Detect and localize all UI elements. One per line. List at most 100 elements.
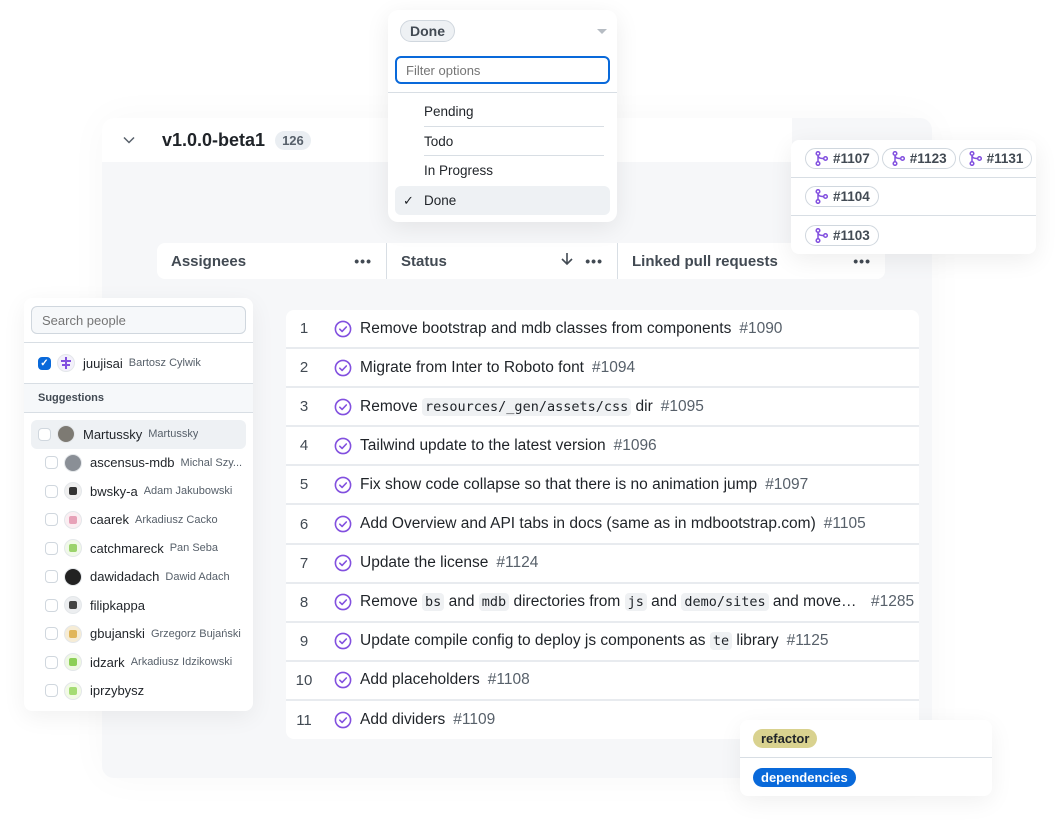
column-header-status[interactable]: Status ••• xyxy=(387,243,618,279)
sort-descending-icon[interactable] xyxy=(561,252,573,270)
checkbox[interactable] xyxy=(45,655,58,669)
suggested-person[interactable]: gbujanski Grzegorz Bujański xyxy=(31,620,246,649)
issue-title[interactable]: Fix show code collapse so that there is … xyxy=(360,476,757,494)
issue-title[interactable]: Add placeholders xyxy=(360,671,480,689)
group-title: v1.0.0-beta1 xyxy=(162,129,266,150)
issue-title[interactable]: Migrate from Inter to Roboto font xyxy=(360,359,584,377)
more-icon[interactable]: ••• xyxy=(585,253,603,269)
issue-number[interactable]: #1097 xyxy=(765,476,808,494)
pull-request-link[interactable]: #1107 xyxy=(805,148,879,169)
table-row[interactable]: 5 Fix show code collapse so that there is… xyxy=(286,466,919,506)
pr-number: #1107 xyxy=(833,151,870,166)
label-refactor[interactable]: refactor xyxy=(753,729,818,748)
suggested-person[interactable]: iprzybysz xyxy=(31,677,246,706)
status-option-in-progress[interactable]: In Progress xyxy=(395,156,610,186)
caret-down-icon[interactable] xyxy=(597,28,607,34)
person-login: iprzybysz xyxy=(90,683,145,699)
more-icon[interactable]: ••• xyxy=(354,253,372,269)
checkbox[interactable] xyxy=(45,484,58,498)
row-number: 8 xyxy=(299,593,309,611)
checkbox[interactable] xyxy=(45,456,58,470)
issue-number[interactable]: #1094 xyxy=(592,359,635,377)
suggested-person[interactable]: bwsky-a Adam Jakubowski xyxy=(31,477,246,506)
table-row[interactable]: 2 Migrate from Inter to Roboto font #1094 xyxy=(286,349,919,389)
checkbox[interactable] xyxy=(45,684,58,698)
pull-request-link[interactable]: #1104 xyxy=(805,186,879,207)
person-login: juujisai xyxy=(83,355,123,371)
table-row[interactable]: 4 Tailwind update to the latest version #1… xyxy=(286,427,919,467)
pull-request-link[interactable]: #1103 xyxy=(805,224,879,246)
issue-title[interactable]: Tailwind update to the latest version xyxy=(360,437,606,455)
checkbox[interactable] xyxy=(45,598,58,612)
chevron-down-icon[interactable] xyxy=(102,136,156,144)
table-row[interactable]: 1 Remove bootstrap and mdb classes from c… xyxy=(286,310,919,350)
pull-request-link[interactable]: #1123 xyxy=(881,148,956,169)
suggested-person[interactable]: Martussky Martussky xyxy=(31,420,246,449)
label-row: dependencies xyxy=(740,758,992,796)
suggested-person[interactable]: dawidadach Dawid Adach xyxy=(31,563,246,592)
issue-title[interactable]: Update compile config to deploy js compo… xyxy=(360,632,779,651)
label-row: refactor xyxy=(740,720,992,758)
issue-number[interactable]: #1285 xyxy=(871,593,914,611)
checkbox-checked[interactable]: ✓ xyxy=(38,356,51,370)
avatar xyxy=(57,425,75,444)
issue-closed-icon xyxy=(334,437,352,455)
issue-title[interactable]: Add dividers xyxy=(360,711,445,729)
pull-request-link[interactable]: #1131 xyxy=(958,148,1033,169)
column-header-assignees[interactable]: Assignees ••• xyxy=(157,243,387,279)
suggested-person[interactable]: ascensus-mdb Michal Szy... xyxy=(31,449,246,478)
status-current-pill[interactable]: Done xyxy=(400,20,455,42)
status-option-done[interactable]: ✓ Done xyxy=(395,185,610,215)
issue-title[interactable]: Update the license xyxy=(360,554,488,572)
suggested-person[interactable]: idzark Arkadiusz Idzikowski xyxy=(31,648,246,677)
issue-number[interactable]: #1124 xyxy=(496,554,538,572)
assigned-person[interactable]: ✓ juujisai Bartosz Cylwik xyxy=(24,343,253,383)
issue-number[interactable]: #1096 xyxy=(614,437,657,455)
issue-title[interactable]: Add Overview and API tabs in docs (same … xyxy=(360,515,816,533)
issue-number[interactable]: #1105 xyxy=(824,515,866,533)
person-login: gbujanski xyxy=(90,626,145,642)
issue-number[interactable]: #1095 xyxy=(661,398,704,416)
search-people-input[interactable] xyxy=(31,306,246,334)
avatar xyxy=(64,539,82,558)
avatar xyxy=(57,354,75,372)
more-icon[interactable]: ••• xyxy=(853,253,871,269)
suggested-person[interactable]: filipkappa xyxy=(31,591,246,620)
issue-number[interactable]: #1108 xyxy=(488,671,530,689)
person-login: Martussky xyxy=(83,426,143,442)
suggested-person[interactable]: catchmareck Pan Seba xyxy=(31,534,246,563)
checkbox[interactable] xyxy=(45,513,58,527)
pr-number: #1104 xyxy=(833,189,870,204)
option-label: Done xyxy=(424,192,457,208)
label-dependencies[interactable]: dependencies xyxy=(753,767,856,787)
issue-number[interactable]: #1109 xyxy=(453,711,495,729)
issue-number[interactable]: #1090 xyxy=(739,320,782,338)
person-login: bwsky-a xyxy=(90,483,138,499)
checkbox[interactable] xyxy=(45,570,58,584)
table-row[interactable]: 7 Update the license #1124 xyxy=(286,545,919,584)
table-row[interactable]: 10 Add placeholders #1108 xyxy=(286,662,919,701)
group-count-badge: 126 xyxy=(275,130,311,150)
table-row[interactable]: 8 Remove bs and mdb directories from js a… xyxy=(286,584,919,623)
table-row[interactable]: 3 Remove resources/_gen/assets/css dir #10… xyxy=(286,388,919,428)
suggested-person[interactable]: caarek Arkadiusz Cacko xyxy=(31,506,246,535)
person-login: caarek xyxy=(90,512,130,528)
person-login: ascensus-mdb xyxy=(90,455,175,471)
filter-options-input[interactable] xyxy=(395,56,610,84)
inline-code: mdb xyxy=(478,593,510,612)
inline-code: te xyxy=(709,632,733,651)
checkbox[interactable] xyxy=(45,541,58,555)
issue-title[interactable]: Remove bootstrap and mdb classes from co… xyxy=(360,320,731,338)
table-row[interactable]: 9 Update compile config to deploy js comp… xyxy=(286,623,919,662)
column-label: Assignees xyxy=(171,252,247,270)
checkbox[interactable] xyxy=(38,427,51,441)
person-name: Grzegorz Bujański xyxy=(150,627,241,640)
issue-number[interactable]: #1125 xyxy=(787,632,829,650)
status-option-todo[interactable]: Todo xyxy=(395,127,610,156)
checkbox[interactable] xyxy=(45,627,58,641)
issue-title[interactable]: Remove resources/_gen/assets/css dir xyxy=(360,397,653,416)
issue-title[interactable]: Remove bs and mdb directories from js an… xyxy=(360,593,857,612)
table-row[interactable]: 6 Add Overview and API tabs in docs (same… xyxy=(286,505,919,545)
inline-code: js xyxy=(624,593,647,612)
status-option-pending[interactable]: Pending xyxy=(395,97,610,127)
